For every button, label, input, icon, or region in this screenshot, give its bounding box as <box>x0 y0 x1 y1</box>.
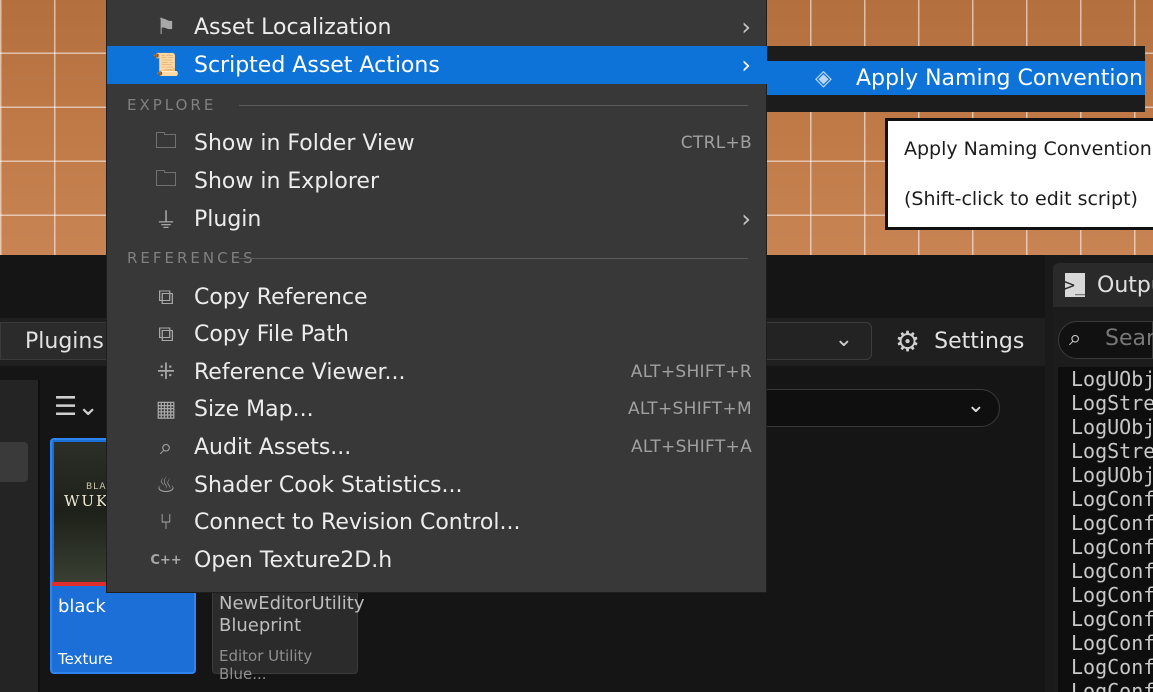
log-line: LogUObj <box>1071 415 1153 439</box>
audit-icon: ⌕ <box>159 434 173 460</box>
menu-item-connect-revision-control[interactable]: ⑂ Connect to Revision Control... <box>107 503 767 541</box>
menu-item-label: Copy File Path <box>194 321 349 347</box>
menu-item-shortcut: CTRL+B <box>680 133 752 153</box>
flag-icon: ⚑ <box>156 14 176 40</box>
output-log-panel: >_ Outpu ⌕ Sear LogUObjLogStreLogUObjLog… <box>1053 263 1153 692</box>
folder-search-icon: 🗀 <box>154 167 177 192</box>
output-log-tab[interactable]: >_ Outpu <box>1053 263 1153 307</box>
menu-item-size-map[interactable]: ▦ Size Map... ALT+SHIFT+M <box>107 390 767 428</box>
log-line: LogStre <box>1071 391 1153 415</box>
chevron-down-icon: ⌄ <box>966 393 985 418</box>
search-icon: ⌕ <box>1069 326 1082 351</box>
chevron-down-icon: ⌄ <box>834 327 853 352</box>
asset-tile-editor-utility[interactable]: NewEditorUtility Blueprint Editor Utilit… <box>212 580 365 683</box>
script-icon: 📜 <box>152 52 180 78</box>
tooltip: Apply Naming Convention (Shift-click to … <box>885 118 1153 230</box>
shader-icon: ♨ <box>156 472 176 498</box>
log-line: LogConf <box>1071 511 1153 535</box>
section-header-label: REFERENCES <box>127 249 256 267</box>
revision-control-icon: ⑂ <box>159 509 173 535</box>
asset-search-bar[interactable]: ⌄ <box>762 389 1000 427</box>
menu-item-show-in-folder-view[interactable]: 🗀 Show in Folder View CTRL+B <box>107 124 767 162</box>
menu-item-shortcut: ALT+SHIFT+R <box>630 362 752 382</box>
menu-item-label: Copy Reference <box>194 284 368 310</box>
log-line: LogUObj <box>1071 367 1153 391</box>
settings-button[interactable]: ⚙ Settings <box>895 324 1024 358</box>
log-line: LogConf <box>1071 679 1153 692</box>
size-map-icon: ▦ <box>155 396 177 422</box>
chevron-right-icon: › <box>741 51 751 79</box>
submenu-item-apply-naming-convention[interactable]: ◈ Apply Naming Convention <box>767 61 1145 95</box>
log-line: LogConf <box>1071 631 1153 655</box>
log-line: LogConf <box>1071 655 1153 679</box>
tooltip-title: Apply Naming Convention <box>904 138 1152 160</box>
menu-item-shortcut: ALT+SHIFT+M <box>627 399 752 419</box>
menu-item-copy-file-path[interactable]: ⧉ Copy File Path <box>107 315 767 353</box>
section-divider <box>239 104 748 106</box>
section-header-label: EXPLORE <box>127 96 217 114</box>
log-line: LogUObj <box>1071 463 1153 487</box>
menu-item-label: Connect to Revision Control... <box>194 509 521 535</box>
menu-item-label: Reference Viewer... <box>194 359 406 385</box>
menu-item-scripted-asset-actions[interactable]: 📜 Scripted Asset Actions › <box>107 46 767 84</box>
chevron-right-icon: › <box>741 13 751 41</box>
tooltip-hint: (Shift-click to edit script) <box>904 188 1138 210</box>
asset-context-menu: ⚑ Asset Localization › 📜 Scripted Asset … <box>106 0 767 593</box>
menu-item-label: Plugin <box>194 206 262 232</box>
asset-type: Editor Utility Blue... <box>219 647 313 683</box>
menu-item-label: Audit Assets... <box>194 434 352 460</box>
output-log-lines: LogUObj LogStre LogUObj LogStre LogUObj LogCo… <box>1058 367 1153 692</box>
asset-name: black <box>58 596 106 617</box>
menu-item-label: Show in Explorer <box>194 168 380 194</box>
menu-item-shortcut: ALT+SHIFT+A <box>630 437 752 457</box>
settings-label: Settings <box>934 328 1025 354</box>
menu-item-open-texture2d-h[interactable]: C++ Open Texture2D.h <box>107 541 767 579</box>
filter-icon[interactable]: ☰⌄ <box>54 392 99 422</box>
menu-item-label: Show in Folder View <box>194 130 415 156</box>
log-line: LogConf <box>1071 583 1153 607</box>
folder-search-icon: 🗀 <box>154 129 177 154</box>
cpp-icon: C++ <box>150 552 182 568</box>
log-line: LogStre <box>1071 439 1153 463</box>
menu-item-copy-reference[interactable]: ⧉ Copy Reference <box>107 278 767 316</box>
reference-viewer-icon: ⁜ <box>156 359 176 385</box>
menu-item-label: Open Texture2D.h <box>194 547 393 573</box>
menu-item-label: Shader Cook Statistics... <box>194 472 463 498</box>
copy-path-icon: ⧉ <box>158 321 174 347</box>
terminal-icon: >_ <box>1064 273 1086 297</box>
search-placeholder: Sear <box>1105 326 1153 351</box>
sources-item[interactable] <box>0 442 28 482</box>
log-line: LogConf <box>1071 607 1153 631</box>
menu-item-label: Size Map... <box>194 396 314 422</box>
asset-type: Texture <box>58 650 113 668</box>
scripted-actions-submenu: ◈ Apply Naming Convention <box>767 46 1145 112</box>
path-dropdown[interactable]: ⌄ <box>760 322 872 360</box>
log-line: LogConf <box>1071 487 1153 511</box>
menu-item-label: Scripted Asset Actions <box>194 52 440 78</box>
plugins-label: Plugins <box>25 329 104 354</box>
menu-item-audit-assets[interactable]: ⌕ Audit Assets... ALT+SHIFT+A <box>107 428 767 466</box>
output-log-search[interactable]: ⌕ Sear <box>1058 321 1153 359</box>
menu-item-show-in-explorer[interactable]: 🗀 Show in Explorer <box>107 162 767 200</box>
diamond-icon: ◈ <box>815 65 832 91</box>
submenu-item-label: Apply Naming Convention <box>856 65 1143 91</box>
log-line: LogConf <box>1071 535 1153 559</box>
copy-reference-icon: ⧉ <box>158 284 174 310</box>
section-header-explore: EXPLORE <box>127 96 748 114</box>
plugin-icon: ⏚ <box>154 209 177 234</box>
section-header-references: REFERENCES <box>127 249 748 267</box>
section-divider <box>239 257 748 259</box>
output-log-tab-label: Outpu <box>1097 272 1153 298</box>
plugins-button[interactable]: Plugins <box>0 322 118 360</box>
menu-item-plugin[interactable]: ⏚ Plugin › <box>107 200 767 238</box>
gear-icon: ⚙ <box>895 324 921 358</box>
asset-name: NewEditorUtility Blueprint <box>219 593 365 636</box>
chevron-right-icon: › <box>741 205 751 233</box>
menu-item-reference-viewer[interactable]: ⁜ Reference Viewer... ALT+SHIFT+R <box>107 353 767 391</box>
sources-panel <box>0 380 40 692</box>
menu-item-shader-cook-statistics[interactable]: ♨ Shader Cook Statistics... <box>107 466 767 504</box>
menu-item-asset-localization[interactable]: ⚑ Asset Localization › <box>107 8 767 46</box>
menu-item-label: Asset Localization <box>194 14 392 40</box>
log-line: LogConf <box>1071 559 1153 583</box>
